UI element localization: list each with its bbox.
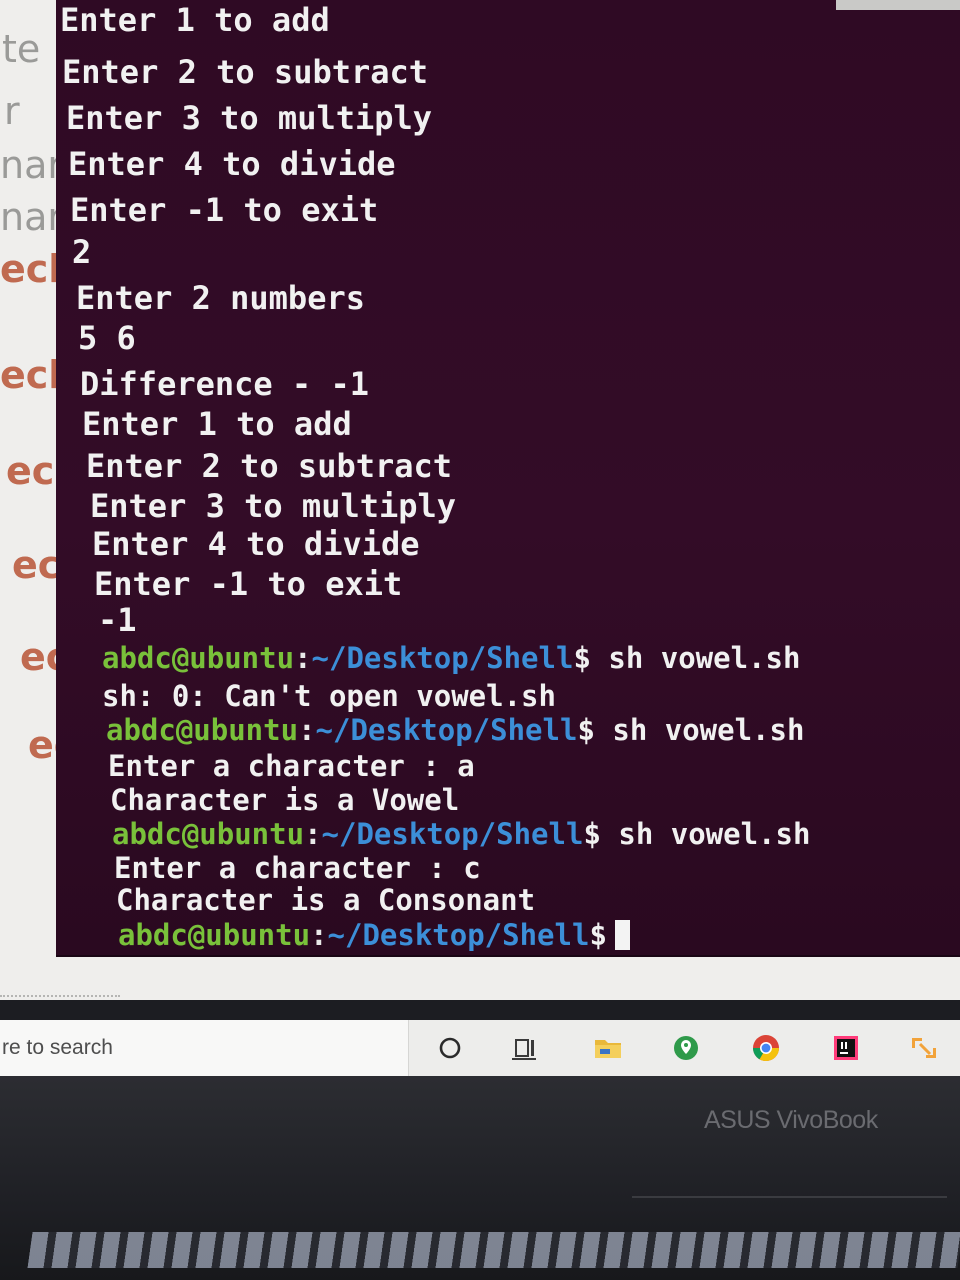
prompt-command: sh vowel.sh <box>608 641 801 675</box>
terminal-output-line: Enter 3 to multiply <box>90 487 457 525</box>
prompt-colon: : <box>298 713 316 747</box>
maps-app-icon[interactable] <box>670 1032 702 1064</box>
terminal-prompt-line: abdc@ubuntu:~/Desktop/Shell$ sh vowel.sh <box>106 716 804 745</box>
prompt-dollar: $ <box>583 817 601 851</box>
terminal-output-line: Enter 2 to subtract <box>62 53 429 91</box>
prompt-user: abdc@ubuntu <box>102 641 295 675</box>
terminal-prompt-line: abdc@ubuntu:~/Desktop/Shell$ <box>118 920 630 950</box>
taskbar-search-box[interactable]: re to search <box>0 1020 409 1076</box>
terminal-output-line: Enter a character : a <box>108 749 475 783</box>
terminal-output-line: Enter 3 to multiply <box>66 99 433 137</box>
prompt-user: abdc@ubuntu <box>106 713 299 747</box>
terminal-output: Enter 1 to add Enter 2 to subtract Enter 3… <box>56 0 960 955</box>
prompt-path: ~/Desktop/Shell <box>321 817 584 851</box>
window-corner-label <box>836 0 960 10</box>
laptop-brand-label: ASUS VivoBook <box>704 1106 878 1134</box>
terminal-output-line: -1 <box>98 601 137 639</box>
laptop-hinge <box>632 1196 947 1198</box>
terminal-output-line: Enter 4 to divide <box>68 145 396 183</box>
terminal-prompt-line: abdc@ubuntu:~/Desktop/Shell$ sh vowel.sh <box>112 820 810 849</box>
terminal-cursor[interactable] <box>614 920 630 950</box>
prompt-command: sh vowel.sh <box>612 713 805 747</box>
prompt-user: abdc@ubuntu <box>118 918 311 952</box>
editor-text-fragment: te <box>2 27 41 71</box>
terminal-output-line: Enter 1 to add <box>60 1 330 39</box>
terminal-output-line: Enter -1 to exit <box>94 565 403 603</box>
snip-tool-icon[interactable] <box>908 1032 940 1064</box>
terminal-output-line: Difference - -1 <box>80 365 369 403</box>
editor-text-fragment: nar <box>0 143 63 187</box>
divider <box>0 995 120 999</box>
search-placeholder: re to search <box>2 1036 113 1059</box>
editor-text-fragment: r <box>4 89 20 133</box>
prompt-colon: : <box>304 817 322 851</box>
terminal-output-line: sh: 0: Can't open vowel.sh <box>102 679 556 713</box>
prompt-colon: : <box>294 641 312 675</box>
intellij-icon[interactable] <box>830 1032 862 1064</box>
prompt-dollar: $ <box>589 918 607 952</box>
keyboard-row <box>27 1232 960 1268</box>
terminal-output-line: Enter a character : c <box>114 851 481 885</box>
prompt-path: ~/Desktop/Shell <box>315 713 578 747</box>
prompt-dollar: $ <box>577 713 595 747</box>
terminal-window[interactable]: Enter 1 to add Enter 2 to subtract Enter 3… <box>56 0 960 957</box>
terminal-output-line: 5 6 <box>78 319 136 357</box>
terminal-output-line: Character is a Consonant <box>116 883 536 917</box>
terminal-output-line: Enter 4 to divide <box>92 525 420 563</box>
terminal-output-line: Character is a Vowel <box>110 783 460 817</box>
prompt-path: ~/Desktop/Shell <box>327 918 590 952</box>
terminal-output-line: Enter 1 to add <box>82 405 352 443</box>
terminal-prompt-line: abdc@ubuntu:~/Desktop/Shell$ sh vowel.sh <box>102 644 800 673</box>
prompt-command: sh vowel.sh <box>618 817 811 851</box>
terminal-output-line: 2 <box>72 233 92 271</box>
prompt-user: abdc@ubuntu <box>112 817 305 851</box>
editor-text-fragment: nar <box>0 195 63 239</box>
taskbar: re to search <box>0 1020 960 1076</box>
terminal-output-line: Enter -1 to exit <box>70 191 379 229</box>
prompt-path: ~/Desktop/Shell <box>311 641 574 675</box>
prompt-dollar: $ <box>573 641 591 675</box>
task-view-icon[interactable] <box>510 1032 542 1064</box>
terminal-output-line: Enter 2 to subtract <box>86 447 453 485</box>
prompt-colon: : <box>310 918 328 952</box>
file-explorer-icon[interactable] <box>592 1032 624 1064</box>
cortana-circle-icon[interactable] <box>434 1032 466 1064</box>
chrome-icon[interactable] <box>750 1032 782 1064</box>
terminal-output-line: Enter 2 numbers <box>76 279 365 317</box>
